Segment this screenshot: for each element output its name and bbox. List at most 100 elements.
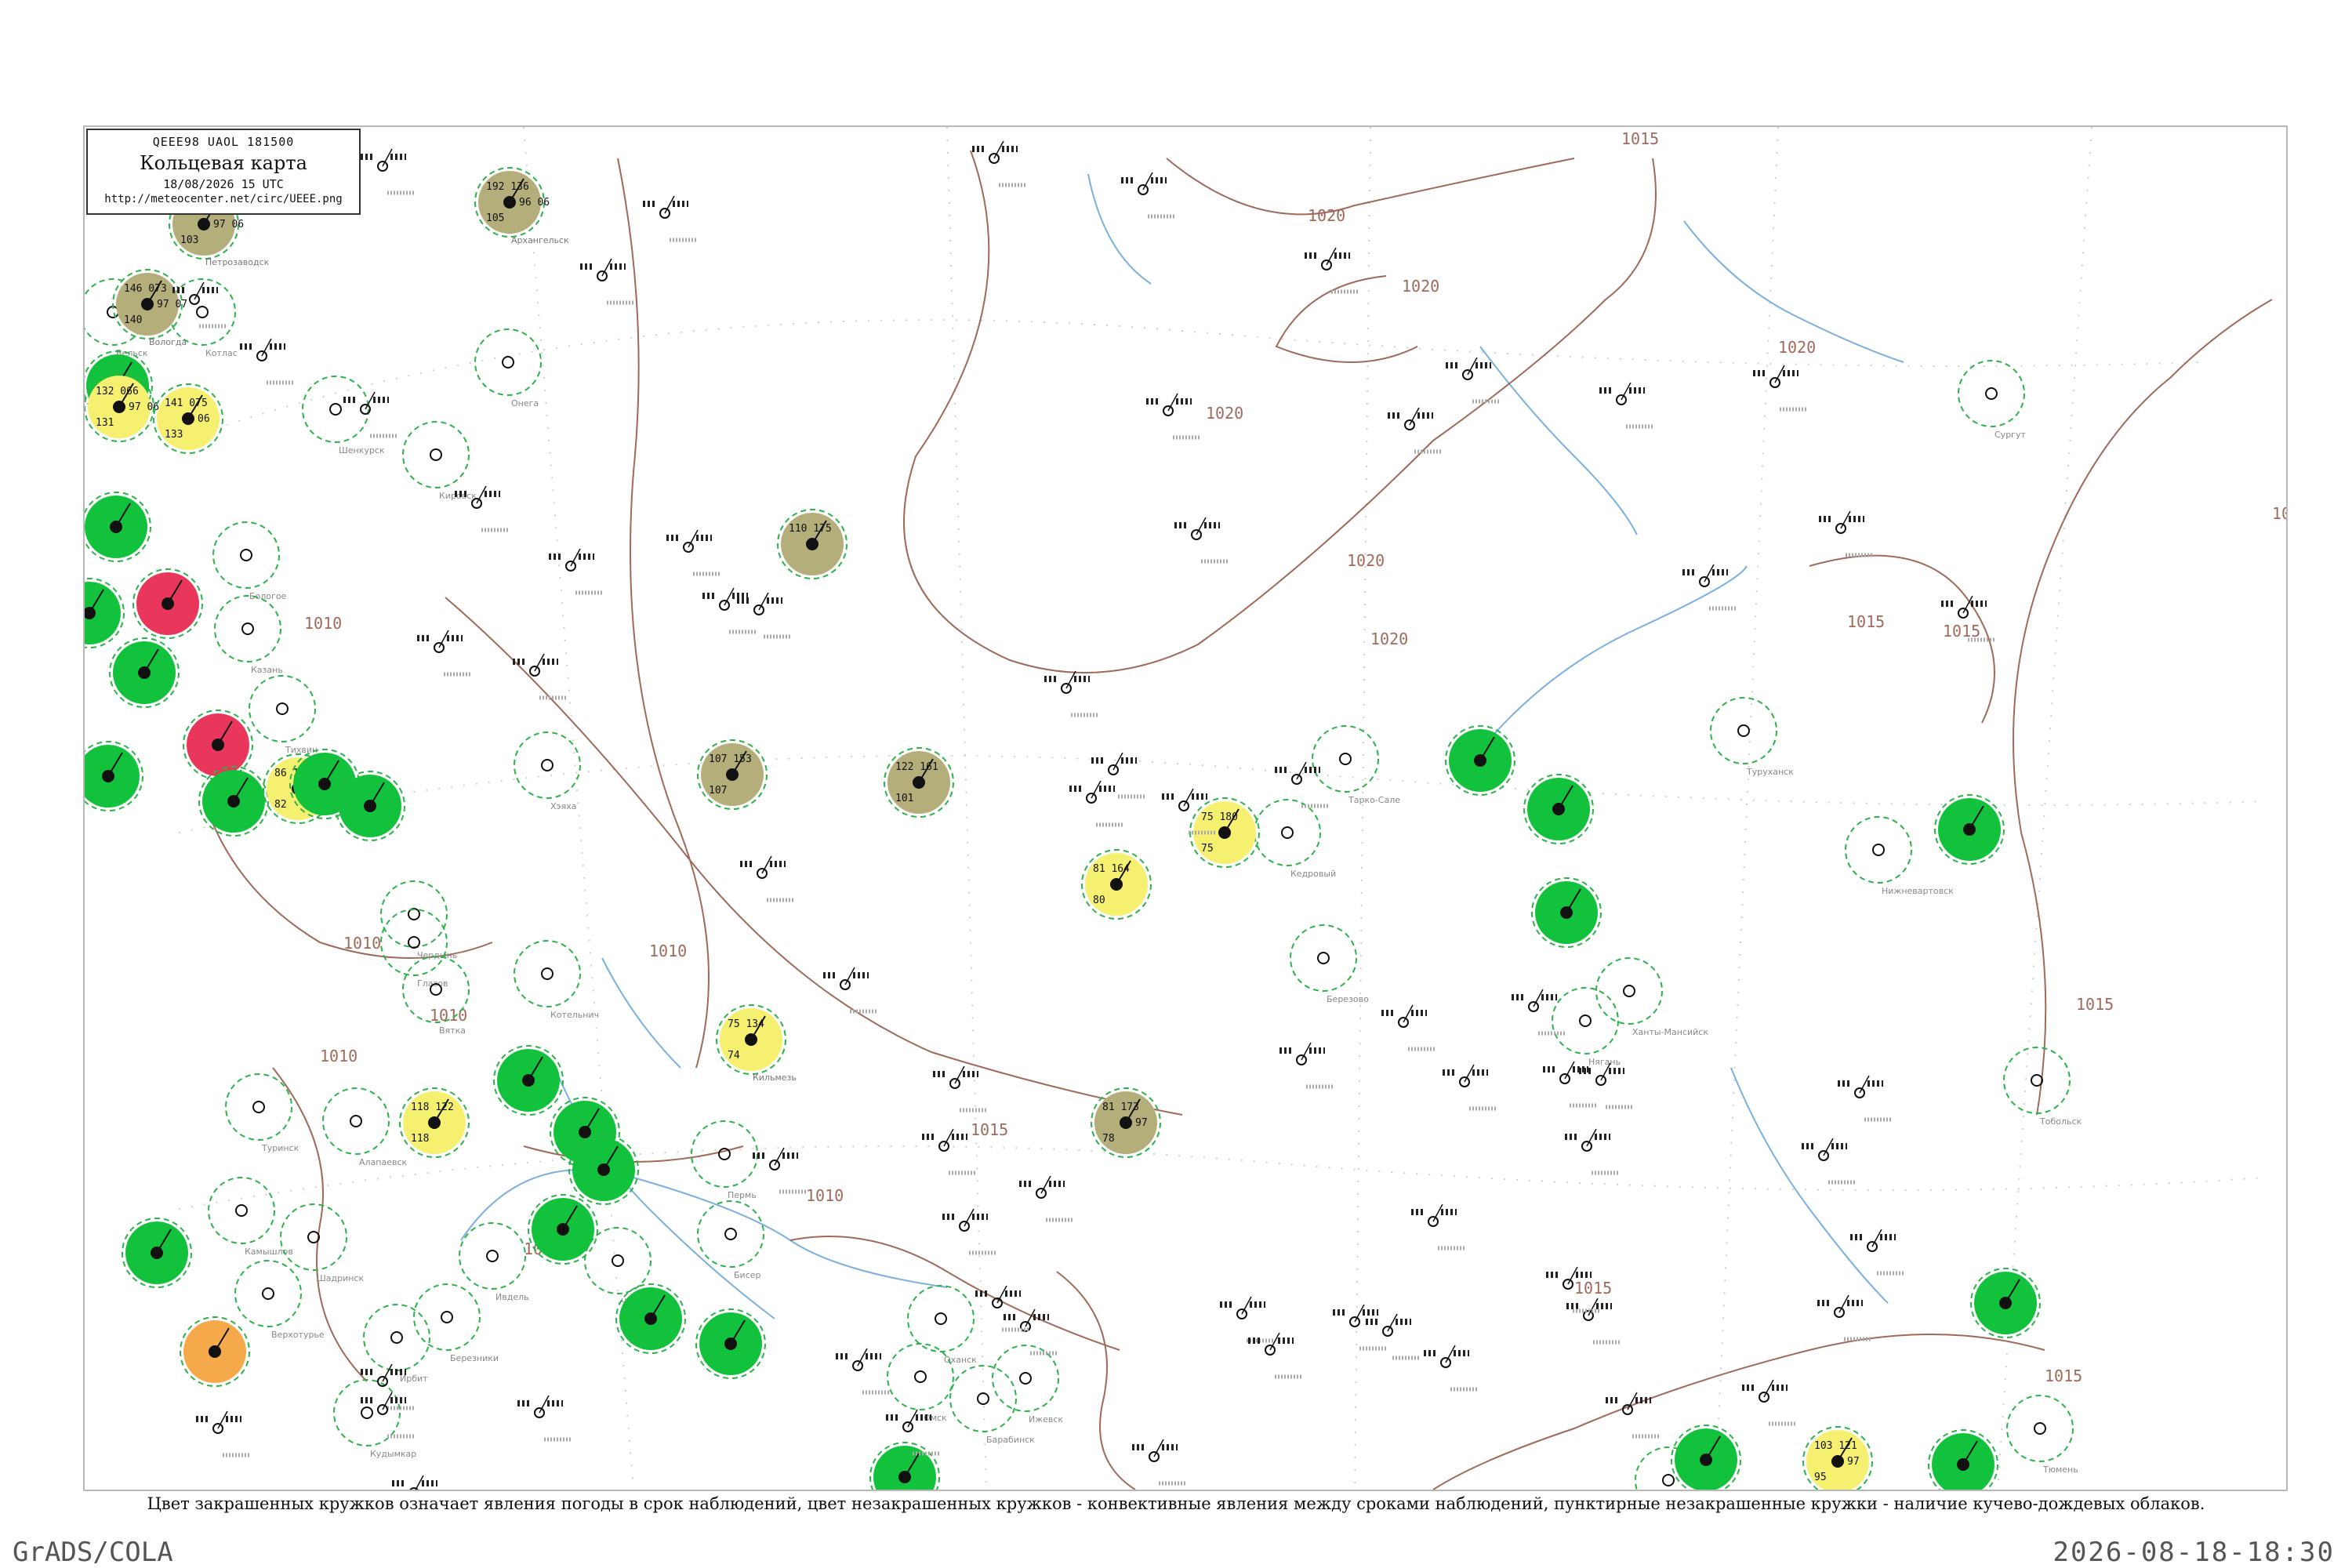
- station-name: Тюмень: [2042, 1465, 2078, 1475]
- station-name: Тобольск: [2039, 1116, 2082, 1127]
- cb-cloud-ring: [514, 731, 581, 799]
- station-name: Бисер: [734, 1270, 761, 1280]
- station-marker: [541, 759, 554, 771]
- river: [601, 957, 681, 1069]
- station-marker: [935, 1312, 947, 1325]
- station-name: Котлас: [205, 348, 238, 358]
- cb-cloud-ring: [1845, 816, 1912, 884]
- station-name: Пермь: [728, 1190, 757, 1200]
- cb-cloud-ring: [2003, 1047, 2071, 1114]
- isobar: [903, 150, 1657, 673]
- station-name: Кировск: [439, 491, 477, 501]
- cb-cloud-ring: [474, 328, 542, 396]
- cb-cloud-ring: [225, 1073, 292, 1141]
- grid-line: [946, 127, 987, 1490]
- station-marker: [1872, 844, 1885, 856]
- bulletin-code: QEEE98 UAOL 181500: [152, 135, 295, 149]
- station-marker: [409, 1487, 419, 1490]
- station-obs-mid: 97 07: [157, 299, 187, 310]
- cb-cloud-ring: [322, 1087, 390, 1155]
- station-name: Березники: [450, 1353, 499, 1363]
- station-marker: [1579, 1014, 1592, 1027]
- station-obs-bottom: 131: [96, 417, 114, 429]
- cb-cloud-ring: [249, 675, 316, 742]
- station-name: Котельнич: [550, 1010, 599, 1020]
- station-name: Барабинск: [986, 1435, 1035, 1445]
- cb-cloud-ring: [1312, 725, 1379, 793]
- station-name: Кедровый: [1290, 869, 1336, 879]
- station-obs-bottom: 78: [1102, 1133, 1115, 1145]
- legend-caption: Цвет закрашенных кружков означает явлени…: [147, 1494, 2205, 1513]
- station-name: Глазов: [417, 978, 448, 989]
- station-marker: [1281, 826, 1294, 839]
- render-timestamp: 2026-08-18-18:30: [2053, 1537, 2335, 1568]
- isobar-label: 1020: [1308, 206, 1345, 225]
- cb-cloud-ring: [949, 1365, 1017, 1432]
- station-marker: [2034, 1422, 2046, 1435]
- station-obs-top: 107 153: [709, 753, 752, 765]
- isobar-label: 1010: [649, 942, 687, 960]
- station-name: Березово: [1327, 994, 1369, 1004]
- cb-cloud-ring: [992, 1345, 1059, 1412]
- station-obs-mid: 97: [1135, 1117, 1148, 1129]
- station-marker: [1662, 1474, 1675, 1486]
- cb-cloud-ring: [402, 421, 470, 488]
- station-marker: [408, 936, 420, 949]
- isobar: [1275, 275, 1418, 363]
- source-url[interactable]: http://meteocenter.net/circ/UEEE.png: [88, 193, 359, 205]
- station-name: Туруханск: [1746, 767, 1794, 777]
- station-obs-top: 75 134: [728, 1018, 764, 1030]
- grid-line: [1715, 127, 1779, 1490]
- station-name: Шенкурск: [339, 445, 385, 456]
- cb-cloud-ring: [1958, 360, 2025, 427]
- station-marker: [276, 702, 289, 715]
- isobar: [523, 1145, 744, 1163]
- station-marker: [486, 1250, 499, 1262]
- station-marker: [541, 967, 554, 980]
- isobar-label: 1020: [1778, 338, 1816, 357]
- map-title: Кольцевая карта: [140, 152, 307, 174]
- grid-line: [178, 1145, 2265, 1210]
- station-marker: [350, 1115, 362, 1127]
- software-credit: GrADS/COLA: [13, 1537, 173, 1568]
- station-obs-bottom: 80: [1093, 895, 1105, 906]
- station-marker: [724, 1228, 737, 1240]
- cb-cloud-ring: [1552, 987, 1619, 1054]
- station-name: Тихвин: [285, 745, 318, 755]
- grid-line: [523, 127, 634, 1490]
- station-name: Онега: [511, 398, 539, 408]
- station-name: Вологда: [149, 337, 187, 347]
- station-marker: [1019, 1372, 1032, 1385]
- cb-cloud-ring: [363, 1304, 430, 1371]
- station-marker: [241, 622, 254, 635]
- cb-cloud-ring: [1595, 957, 1663, 1025]
- map-canvas: 1015 1020 1020 1020 1020 1020 1020 1015 1015 1015…: [85, 127, 2286, 1490]
- station-obs-top: 141 075: [165, 397, 208, 409]
- cb-cloud-ring: [234, 1260, 302, 1327]
- station-obs-mid: 97: [1847, 1456, 1860, 1468]
- cb-cloud-ring: [514, 940, 581, 1007]
- cb-cloud-ring: [907, 1285, 975, 1352]
- station-marker: [329, 403, 342, 416]
- station-name: Оханск: [944, 1355, 977, 1365]
- cb-cloud-ring: [413, 1283, 481, 1351]
- station-marker: [718, 1148, 731, 1160]
- station-obs-bottom: 74: [728, 1050, 740, 1062]
- station-obs-top: 146 073: [124, 283, 167, 295]
- station-marker: [502, 356, 514, 368]
- map-title-box: QEEE98 UAOL 181500 Кольцевая карта 18/08…: [86, 129, 361, 215]
- station-name: Шадринск: [317, 1273, 364, 1283]
- station-marker: [1623, 985, 1635, 997]
- isobar-label: 1015: [2272, 504, 2286, 523]
- station-name: Ханты-Мансийск: [1632, 1027, 1708, 1037]
- cb-cloud-ring: [214, 595, 281, 662]
- map-datetime: 18/08/2026 15 UTC: [163, 177, 284, 191]
- station-marker: [1737, 724, 1750, 737]
- station-marker: [1339, 753, 1352, 765]
- station-obs-bottom: 95: [1814, 1472, 1827, 1483]
- cb-cloud-ring: [212, 521, 280, 589]
- station-obs-bottom: 118: [411, 1133, 429, 1145]
- cb-cloud-ring: [691, 1120, 758, 1188]
- isobar-label: 1015: [2045, 1367, 2082, 1385]
- station-obs-top: 118 122: [411, 1102, 454, 1113]
